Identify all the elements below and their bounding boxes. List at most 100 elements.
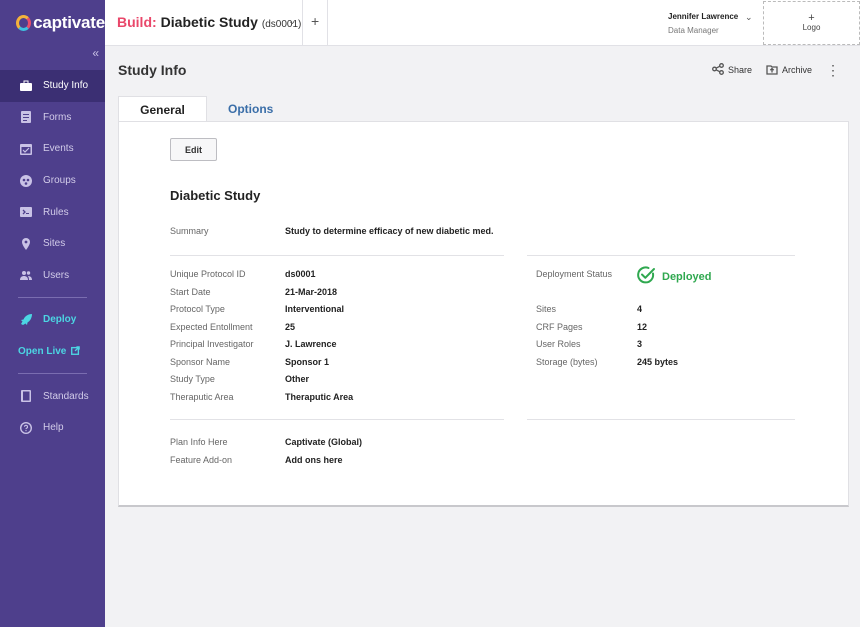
location-pin-icon bbox=[20, 237, 32, 250]
field-label: Start Date bbox=[170, 286, 211, 297]
groups-icon bbox=[20, 174, 32, 187]
deployment-status-badge: Deployed bbox=[636, 265, 712, 288]
archive-button[interactable]: Archive bbox=[766, 63, 812, 77]
field-value: 4 bbox=[637, 304, 643, 314]
chevron-down-icon[interactable]: ⌄ bbox=[288, 16, 296, 27]
sidebar-item-label: Standards bbox=[43, 390, 89, 402]
top-header: Build: Diabetic Study (ds0001) ⌄ + Jenni… bbox=[105, 0, 860, 46]
sidebar-item-groups[interactable]: Groups bbox=[0, 165, 105, 197]
section-divider bbox=[527, 255, 795, 256]
field-label: Storage (bytes) bbox=[536, 356, 598, 367]
add-study-icon[interactable]: + bbox=[311, 13, 319, 29]
sidebar-item-label: Users bbox=[43, 269, 70, 281]
field-value: Add ons here bbox=[285, 454, 343, 465]
sidebar-item-help[interactable]: Help bbox=[0, 412, 105, 444]
field-label: Sites bbox=[536, 304, 557, 314]
header-divider bbox=[302, 0, 303, 46]
collapse-sidebar-icon[interactable]: « bbox=[92, 46, 99, 60]
sidebar-divider bbox=[18, 373, 87, 375]
sidebar-item-label: Rules bbox=[43, 206, 69, 218]
field-value: Interventional bbox=[285, 304, 345, 314]
book-icon bbox=[20, 390, 32, 403]
briefcase-icon bbox=[20, 80, 32, 92]
detail-row: Expected Entollment 25 bbox=[170, 322, 295, 332]
external-link-icon bbox=[71, 345, 81, 358]
field-label: Principal Investigator bbox=[170, 339, 254, 349]
sidebar-item-label: Forms bbox=[43, 111, 72, 123]
sidebar-item-forms[interactable]: Forms bbox=[0, 102, 105, 134]
open-live-link[interactable]: Open Live bbox=[0, 336, 105, 368]
detail-row: Study Type Other bbox=[170, 374, 309, 384]
sidebar-item-label: Groups bbox=[43, 175, 76, 187]
sidebar-item-study-info[interactable]: Study Info bbox=[0, 70, 105, 102]
users-icon bbox=[20, 269, 32, 281]
study-info-card: Edit Diabetic Study Summary Study to det… bbox=[118, 121, 849, 507]
sidebar-item-deploy[interactable]: Deploy bbox=[0, 304, 105, 336]
stat-row: Sites 4 bbox=[536, 304, 642, 314]
user-role: Data Manager bbox=[668, 26, 719, 35]
brand[interactable]: captivate bbox=[0, 0, 105, 46]
field-value: 3 bbox=[637, 339, 643, 349]
tab-options[interactable]: Options bbox=[208, 96, 293, 122]
study-name-heading: Diabetic Study bbox=[170, 188, 261, 203]
study-selector[interactable]: Build: Diabetic Study (ds0001) bbox=[117, 14, 301, 30]
field-value: Theraputic Area bbox=[285, 391, 354, 402]
user-menu[interactable]: Jennifer Lawrence Data Manager bbox=[668, 12, 738, 35]
field-label: User Roles bbox=[536, 339, 581, 349]
summary-row: Summary Study to determine efficacy of n… bbox=[170, 226, 494, 236]
field-value: ds0001 bbox=[285, 269, 316, 279]
field-label: Protocol Type bbox=[170, 304, 225, 314]
field-label: Deployment Status bbox=[536, 269, 613, 279]
header-divider bbox=[327, 0, 328, 46]
field-label: CRF Pages bbox=[536, 321, 583, 332]
sidebar-item-standards[interactable]: Standards bbox=[0, 380, 105, 412]
field-value: 12 bbox=[637, 321, 648, 332]
rules-icon bbox=[20, 206, 32, 218]
check-circle-icon bbox=[636, 265, 656, 288]
sidebar-item-events[interactable]: Events bbox=[0, 133, 105, 165]
help-icon bbox=[20, 421, 32, 434]
field-label: Sponsor Name bbox=[170, 356, 231, 367]
sidebar-item-label: Study Info bbox=[43, 80, 89, 92]
field-label: Theraputic Area bbox=[170, 391, 234, 402]
field-label: Summary bbox=[170, 226, 209, 236]
field-value: Captivate (Global) bbox=[285, 437, 363, 447]
captivate-logo-icon bbox=[16, 15, 32, 31]
share-button[interactable]: Share bbox=[712, 63, 752, 77]
stat-row: User Roles 3 bbox=[536, 339, 642, 349]
sidebar-item-label: Sites bbox=[43, 238, 66, 250]
sidebar-item-label: Events bbox=[43, 143, 74, 155]
stat-row: Storage (bytes) 245 bytes bbox=[536, 357, 678, 367]
detail-row: Sponsor Name Sponsor 1 bbox=[170, 357, 329, 367]
share-icon bbox=[712, 63, 724, 77]
detail-row: Principal Investigator J. Lawrence bbox=[170, 339, 337, 349]
build-label: Build: bbox=[117, 14, 157, 30]
field-label: Study Type bbox=[170, 374, 215, 384]
tab-general[interactable]: General bbox=[118, 96, 207, 122]
sidebar-item-users[interactable]: Users bbox=[0, 260, 105, 292]
study-title: Diabetic Study bbox=[160, 14, 258, 30]
section-divider bbox=[170, 255, 504, 256]
field-value: J. Lawrence bbox=[285, 339, 337, 349]
stat-row: CRF Pages 12 bbox=[536, 322, 647, 332]
archive-label: Archive bbox=[781, 65, 812, 75]
field-label: Feature Add-on bbox=[170, 454, 233, 465]
sidebar-divider bbox=[18, 297, 87, 299]
section-divider bbox=[170, 419, 504, 420]
chevron-down-icon[interactable]: ⌄ bbox=[745, 12, 753, 23]
logo-upload-box[interactable]: + Logo bbox=[763, 1, 860, 45]
field-label: Unique Protocol ID bbox=[170, 269, 246, 279]
sidebar-item-sites[interactable]: Sites bbox=[0, 228, 105, 260]
detail-row: Protocol Type Interventional bbox=[170, 304, 344, 314]
detail-row: Unique Protocol ID ds0001 bbox=[170, 269, 316, 279]
page-title: Study Info bbox=[118, 62, 187, 78]
more-options-icon[interactable]: ⋮ bbox=[826, 63, 840, 77]
edit-button[interactable]: Edit bbox=[170, 138, 217, 161]
calendar-icon bbox=[20, 143, 32, 155]
section-divider bbox=[527, 419, 795, 420]
sidebar-item-rules[interactable]: Rules bbox=[0, 196, 105, 228]
field-value: Sponsor 1 bbox=[285, 356, 330, 367]
brand-name: captivate bbox=[33, 13, 105, 32]
sidebar: captivate « Study Info Forms Events Grou bbox=[0, 0, 105, 627]
deployment-status-value: Deployed bbox=[662, 270, 712, 283]
